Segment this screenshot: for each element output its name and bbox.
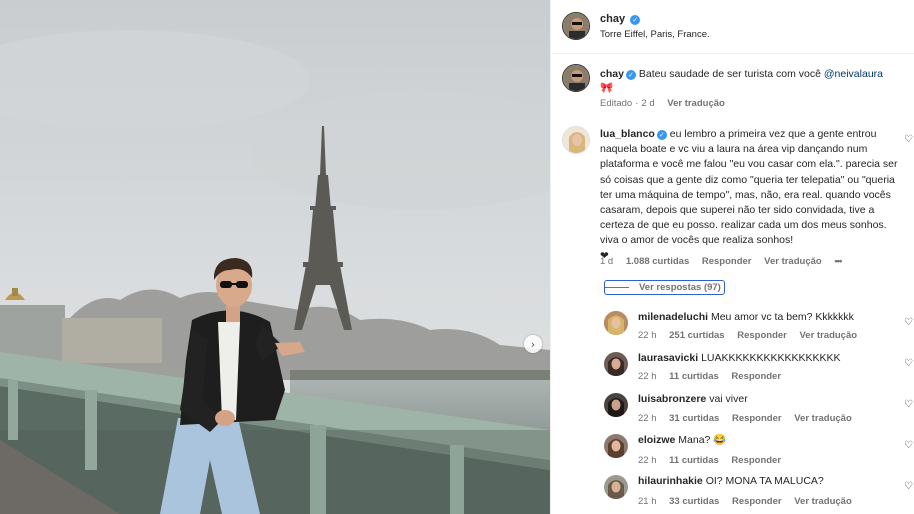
reply-likes[interactable]: 251 curtidas <box>669 330 724 341</box>
reply-meta: 22 h 31 curtidas Responder Ver tradução <box>638 413 862 424</box>
post-header: chay ✓ Torre Eiffel, Paris, France. <box>551 0 914 54</box>
reply-age: 22 h <box>638 455 657 466</box>
reply-age: 22 h <box>638 413 657 424</box>
author-username[interactable]: chay <box>600 13 625 25</box>
reply-text: Mana? 😂 <box>678 434 727 446</box>
caption: chay ✓ Bateu saudade de ser turista com v… <box>600 67 900 95</box>
reply-button[interactable]: Responder <box>732 496 782 507</box>
post-photo: › <box>0 0 550 514</box>
chevron-right-icon: › <box>530 337 536 351</box>
reply-button[interactable]: Responder <box>737 330 787 341</box>
reply-button[interactable]: Responder <box>731 371 781 382</box>
heart-icon[interactable]: ♡ <box>904 482 914 492</box>
heart-icon[interactable]: ♡ <box>904 318 914 328</box>
reply-button[interactable]: Responder <box>731 455 781 466</box>
heart-icon[interactable]: ♡ <box>904 400 914 410</box>
photo-scene <box>0 0 550 514</box>
caption-emoji: 🎀 <box>600 82 614 94</box>
view-replies-label: Ver respostas (97) <box>639 282 721 293</box>
reply-age: 22 h <box>638 330 657 341</box>
reply-line-divider <box>605 286 629 288</box>
main-comment-meta: 1 d 1.088 curtidas Responder Ver traduçã… <box>600 256 851 267</box>
reply-button[interactable]: Responder <box>732 413 782 424</box>
reply-translate-link[interactable]: Ver tradução <box>794 413 852 424</box>
reply-username[interactable]: eloizwe <box>638 434 675 446</box>
reply-item: milenadeluchi Meu amor vc ta bem? Kkkkkk… <box>638 310 854 325</box>
reply-item: luisabronzere vai viver <box>638 392 748 407</box>
heart-icon[interactable]: ♡ <box>904 359 914 369</box>
reply-age: 22 h <box>638 371 657 382</box>
reply-username[interactable]: laurasavicki <box>638 352 698 364</box>
reply-username[interactable]: milenadeluchi <box>638 311 708 323</box>
reply-age: 21 h <box>638 496 657 507</box>
reply-item: eloizwe Mana? 😂 <box>638 433 726 448</box>
reply-avatar[interactable] <box>604 393 628 417</box>
reply-item: laurasavicki LUAKKKKKKKKKKKKKKKKK <box>638 351 841 366</box>
reply-username[interactable]: hilaurinhakie <box>638 475 703 487</box>
heart-icon[interactable]: ♡ <box>904 135 914 145</box>
caption-username[interactable]: chay <box>600 68 624 80</box>
reply-text: OI? MONA TA MALUCA? <box>705 475 824 487</box>
post-details-panel: chay ✓ Torre Eiffel, Paris, France. chay… <box>550 0 914 514</box>
reply-avatar[interactable] <box>604 311 628 335</box>
post-location[interactable]: Torre Eiffel, Paris, France. <box>600 29 710 40</box>
reply-username[interactable]: luisabronzere <box>638 393 706 405</box>
reply-likes[interactable]: 31 curtidas <box>669 413 719 424</box>
main-comment-text: eu lembro a primeira vez que a gente ent… <box>600 128 898 247</box>
verified-badge-icon: ✓ <box>625 70 636 80</box>
heart-icon[interactable]: ♡ <box>904 441 914 451</box>
reply-likes[interactable]: 33 curtidas <box>669 496 719 507</box>
verified-badge-icon: ✓ <box>630 15 641 25</box>
main-comment: lua_blanco ✓ eu lembro a primeira vez que… <box>600 127 904 264</box>
reply-meta: 22 h 11 curtidas Responder <box>638 371 791 382</box>
reply-avatar[interactable] <box>604 352 628 376</box>
caption-age: 2 d <box>641 98 655 109</box>
reply-likes[interactable]: 11 curtidas <box>669 371 719 382</box>
commenter-avatar[interactable] <box>562 126 590 154</box>
reply-meta: 21 h 33 curtidas Responder Ver tradução <box>638 496 862 507</box>
verified-badge-icon: ✓ <box>656 130 667 140</box>
see-translation-link[interactable]: Ver tradução <box>667 98 725 109</box>
reply-translate-link[interactable]: Ver tradução <box>794 496 852 507</box>
reply-meta: 22 h 251 curtidas Responder Ver tradução <box>638 330 867 341</box>
more-options-icon[interactable]: ••• <box>834 256 842 267</box>
caption-text: Bateu saudade de ser turista com você <box>638 68 821 80</box>
edited-label: Editado <box>600 98 633 109</box>
reply-likes[interactable]: 11 curtidas <box>669 455 719 466</box>
next-photo-button[interactable]: › <box>524 335 542 353</box>
reply-item: hilaurinhakie OI? MONA TA MALUCA? <box>638 474 824 489</box>
reply-avatar[interactable] <box>604 434 628 458</box>
view-replies-button[interactable]: Ver respostas (97) <box>604 280 725 295</box>
author-avatar[interactable] <box>562 12 590 40</box>
main-comment-age: 1 d <box>600 256 614 267</box>
reply-meta: 22 h 11 curtidas Responder <box>638 455 791 466</box>
main-comment-translate-link[interactable]: Ver tradução <box>764 256 822 267</box>
reply-text: Meu amor vc ta bem? Kkkkkkk <box>710 311 854 323</box>
reply-text: LUAKKKKKKKKKKKKKKKKK <box>701 352 841 364</box>
reply-translate-link[interactable]: Ver tradução <box>800 330 858 341</box>
reply-text: vai viver <box>709 393 748 405</box>
caption-avatar[interactable] <box>562 64 590 92</box>
main-comment-username[interactable]: lua_blanco <box>600 128 655 140</box>
reply-avatar[interactable] <box>604 475 628 499</box>
main-comment-reply-button[interactable]: Responder <box>702 256 752 267</box>
caption-mention[interactable]: @neivalaura <box>824 68 883 80</box>
author-line: chay ✓ <box>600 13 641 25</box>
main-comment-likes[interactable]: 1.088 curtidas <box>626 256 689 267</box>
caption-meta: Editado · 2 d Ver tradução <box>600 98 725 109</box>
